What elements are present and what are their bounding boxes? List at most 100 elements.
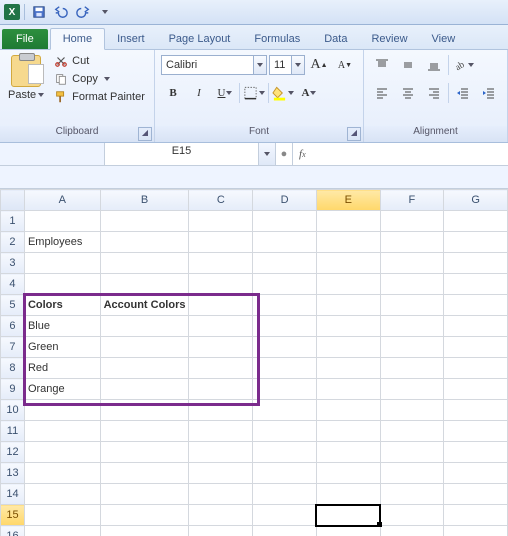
cell-C16[interactable] xyxy=(189,526,253,536)
align-left-icon[interactable] xyxy=(370,81,394,105)
tab-formulas[interactable]: Formulas xyxy=(242,29,312,49)
cell-C3[interactable] xyxy=(189,253,253,274)
cell-G5[interactable] xyxy=(444,295,508,316)
cell-C11[interactable] xyxy=(189,421,253,442)
cell-F13[interactable] xyxy=(380,463,444,484)
cell-F8[interactable] xyxy=(380,358,444,379)
underline-button[interactable]: U xyxy=(213,81,237,105)
cell-E1[interactable] xyxy=(316,211,380,232)
cell-D11[interactable] xyxy=(253,421,317,442)
worksheet-grid[interactable]: ABCDEFG12Employees345ColorsAccount Color… xyxy=(0,189,508,536)
font-name-combo[interactable]: Calibri xyxy=(161,55,267,75)
cell-G6[interactable] xyxy=(444,316,508,337)
col-header-F[interactable]: F xyxy=(380,190,444,211)
undo-icon[interactable] xyxy=(51,2,71,22)
increase-font-icon[interactable]: A▲ xyxy=(307,53,331,77)
cell-E12[interactable] xyxy=(316,442,380,463)
cell-C5[interactable] xyxy=(189,295,253,316)
cell-F6[interactable] xyxy=(380,316,444,337)
cell-G13[interactable] xyxy=(444,463,508,484)
cell-G10[interactable] xyxy=(444,400,508,421)
cell-A3[interactable] xyxy=(24,253,100,274)
cell-B12[interactable] xyxy=(100,442,189,463)
row-header-6[interactable]: 6 xyxy=(1,316,25,337)
cell-B3[interactable] xyxy=(100,253,189,274)
cell-E2[interactable] xyxy=(316,232,380,253)
row-header-2[interactable]: 2 xyxy=(1,232,25,253)
cell-G12[interactable] xyxy=(444,442,508,463)
cell-E16[interactable] xyxy=(316,526,380,536)
font-dialog-launcher[interactable]: ◢ xyxy=(347,127,361,141)
cell-E8[interactable] xyxy=(316,358,380,379)
cell-D4[interactable] xyxy=(253,274,317,295)
format-painter-button[interactable]: Format Painter xyxy=(52,89,147,105)
col-header-G[interactable]: G xyxy=(444,190,508,211)
cell-A5[interactable]: Colors xyxy=(24,295,100,316)
cell-E3[interactable] xyxy=(316,253,380,274)
cell-F7[interactable] xyxy=(380,337,444,358)
row-header-4[interactable]: 4 xyxy=(1,274,25,295)
increase-indent-icon[interactable] xyxy=(477,81,501,105)
cell-B10[interactable] xyxy=(100,400,189,421)
cell-G4[interactable] xyxy=(444,274,508,295)
align-center-icon[interactable] xyxy=(396,81,420,105)
select-all-corner[interactable] xyxy=(1,190,25,211)
cell-A9[interactable]: Orange xyxy=(24,379,100,400)
row-header-11[interactable]: 11 xyxy=(1,421,25,442)
tab-file[interactable]: File xyxy=(2,29,48,49)
row-header-3[interactable]: 3 xyxy=(1,253,25,274)
cell-C9[interactable] xyxy=(189,379,253,400)
cell-A13[interactable] xyxy=(24,463,100,484)
row-header-8[interactable]: 8 xyxy=(1,358,25,379)
col-header-E[interactable]: E xyxy=(316,190,380,211)
row-header-9[interactable]: 9 xyxy=(1,379,25,400)
cell-D8[interactable] xyxy=(253,358,317,379)
cell-D6[interactable] xyxy=(253,316,317,337)
row-header-10[interactable]: 10 xyxy=(1,400,25,421)
row-header-7[interactable]: 7 xyxy=(1,337,25,358)
row-header-12[interactable]: 12 xyxy=(1,442,25,463)
italic-button[interactable]: I xyxy=(187,81,211,105)
cell-D14[interactable] xyxy=(253,484,317,505)
row-header-1[interactable]: 1 xyxy=(1,211,25,232)
align-right-icon[interactable] xyxy=(422,81,446,105)
cell-F2[interactable] xyxy=(380,232,444,253)
name-box[interactable]: E15 xyxy=(105,143,276,165)
cell-A6[interactable]: Blue xyxy=(24,316,100,337)
save-icon[interactable] xyxy=(29,2,49,22)
cell-G16[interactable] xyxy=(444,526,508,536)
row-header-13[interactable]: 13 xyxy=(1,463,25,484)
cell-B7[interactable] xyxy=(100,337,189,358)
cell-F11[interactable] xyxy=(380,421,444,442)
cell-C7[interactable] xyxy=(189,337,253,358)
col-header-C[interactable]: C xyxy=(189,190,253,211)
copy-button[interactable]: Copy xyxy=(52,71,147,87)
paste-button[interactable]: Paste xyxy=(6,53,46,123)
cell-E7[interactable] xyxy=(316,337,380,358)
cell-C1[interactable] xyxy=(189,211,253,232)
cell-A16[interactable] xyxy=(24,526,100,536)
cell-A8[interactable]: Red xyxy=(24,358,100,379)
tab-view[interactable]: View xyxy=(420,29,468,49)
cell-F9[interactable] xyxy=(380,379,444,400)
cell-B1[interactable] xyxy=(100,211,189,232)
row-header-14[interactable]: 14 xyxy=(1,484,25,505)
cell-G8[interactable] xyxy=(444,358,508,379)
cell-B4[interactable] xyxy=(100,274,189,295)
decrease-indent-icon[interactable] xyxy=(451,81,475,105)
cell-C4[interactable] xyxy=(189,274,253,295)
cell-C8[interactable] xyxy=(189,358,253,379)
orientation-icon[interactable]: ab xyxy=(451,53,475,77)
cell-C13[interactable] xyxy=(189,463,253,484)
cell-B8[interactable] xyxy=(100,358,189,379)
cell-E6[interactable] xyxy=(316,316,380,337)
cell-G3[interactable] xyxy=(444,253,508,274)
qat-customize-icon[interactable] xyxy=(95,2,115,22)
cell-C6[interactable] xyxy=(189,316,253,337)
cell-D10[interactable] xyxy=(253,400,317,421)
cell-G14[interactable] xyxy=(444,484,508,505)
col-header-B[interactable]: B xyxy=(100,190,189,211)
cell-A11[interactable] xyxy=(24,421,100,442)
cell-A1[interactable] xyxy=(24,211,100,232)
name-box-dropdown[interactable] xyxy=(258,143,275,165)
